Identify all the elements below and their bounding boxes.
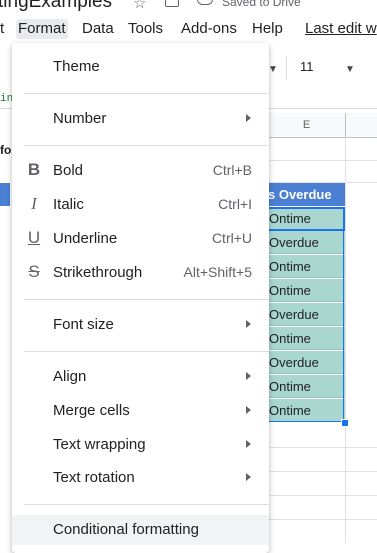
- menu-item-strikethrough[interactable]: S Strikethrough Alt+Shift+5: [12, 258, 269, 288]
- menu-item-number[interactable]: Number: [12, 104, 269, 134]
- grid-line: [268, 182, 377, 183]
- cell-stub-text: fo: [0, 143, 12, 157]
- italic-icon: I: [31, 194, 37, 213]
- menu-item-bold[interactable]: B Bold Ctrl+B: [12, 156, 269, 186]
- menu-help[interactable]: Help: [250, 19, 285, 39]
- grid-line: [268, 447, 377, 448]
- menu-item-font-size[interactable]: Font size: [12, 310, 269, 340]
- move-to-folder-icon[interactable]: [165, 0, 179, 7]
- shortcut-text: Ctrl+B: [212, 162, 252, 178]
- font-size-chevron-icon[interactable]: ▼: [345, 64, 355, 75]
- menu-item-label: Strikethrough: [53, 264, 143, 281]
- menu-item-label: Text rotation: [53, 469, 135, 486]
- shortcut-text: Alt+Shift+5: [183, 264, 253, 280]
- format-menu: Theme Number B Bold Ctrl+B I Italic Ctrl…: [12, 43, 269, 553]
- grid-line: [345, 137, 346, 543]
- submenu-arrow-icon: [246, 114, 251, 122]
- menu-divider: [24, 504, 269, 505]
- menu-divider: [24, 299, 269, 300]
- document-title[interactable]: tingExamples: [0, 0, 112, 13]
- menu-addons[interactable]: Add-ons: [179, 19, 239, 39]
- menu-item-label: Theme: [53, 58, 100, 75]
- grid-line: [268, 160, 377, 161]
- menu-item-label: Merge cells: [53, 402, 130, 419]
- menu-bar: t Format Data Tools Add-ons Help Last ed…: [0, 15, 377, 43]
- menu-item-text-rotation[interactable]: Text rotation: [12, 463, 269, 493]
- grid-line: [268, 471, 377, 472]
- menu-item-label: Number: [53, 110, 107, 127]
- menu-item-italic[interactable]: I Italic Ctrl+I: [12, 190, 269, 220]
- title-bar: tingExamples ☆ Saved to Drive: [0, 0, 377, 14]
- submenu-arrow-icon: [246, 372, 251, 380]
- save-status: Saved to Drive: [222, 0, 301, 9]
- submenu-arrow-icon: [246, 320, 251, 328]
- column-header-e[interactable]: E: [268, 113, 346, 138]
- submenu-arrow-icon: [246, 406, 251, 414]
- star-icon[interactable]: ☆: [133, 0, 146, 12]
- menu-divider: [24, 351, 269, 352]
- menu-item-label: Align: [53, 368, 87, 385]
- menu-divider: [24, 145, 269, 146]
- menu-item-label: Conditional formatting: [53, 521, 199, 538]
- menu-edit-partial[interactable]: t: [0, 19, 6, 39]
- underline-icon: U: [27, 228, 41, 247]
- active-cell-outline: [267, 207, 345, 231]
- font-size-value[interactable]: 11: [300, 59, 314, 74]
- grid-line: [268, 495, 377, 496]
- cloud-saved-icon: [197, 0, 213, 5]
- menu-item-label: Font size: [53, 316, 114, 333]
- header-row-stub: [0, 183, 10, 206]
- menu-item-align[interactable]: Align: [12, 362, 269, 392]
- menu-tools[interactable]: Tools: [126, 19, 165, 39]
- toolbar-divider: [286, 56, 287, 80]
- menu-item-underline[interactable]: U Underline Ctrl+U: [12, 224, 269, 254]
- last-edit-link[interactable]: Last edit w: [303, 19, 377, 39]
- menu-item-label: Bold: [53, 162, 84, 179]
- menu-item-theme[interactable]: Theme: [12, 52, 269, 82]
- strikethrough-icon: S: [28, 262, 40, 281]
- grid-line: [268, 519, 377, 520]
- submenu-arrow-icon: [246, 440, 251, 448]
- menu-item-merge-cells[interactable]: Merge cells: [12, 396, 269, 426]
- selection-range: [267, 207, 344, 422]
- submenu-arrow-icon: [246, 473, 251, 481]
- shortcut-text: Ctrl+I: [218, 196, 252, 212]
- fill-handle[interactable]: [341, 419, 349, 427]
- header-cell-days-overdue[interactable]: s Overdue: [268, 183, 345, 206]
- menu-item-label: Underline: [53, 230, 118, 247]
- menu-data[interactable]: Data: [80, 19, 116, 39]
- column-header-f[interactable]: [346, 113, 377, 138]
- menu-format[interactable]: Format: [16, 19, 68, 39]
- menu-divider: [24, 93, 269, 94]
- menu-item-label: Text wrapping: [53, 436, 146, 453]
- bold-icon: B: [27, 160, 41, 179]
- menu-item-text-wrapping[interactable]: Text wrapping: [12, 430, 269, 460]
- font-dropdown-chevron-icon[interactable]: ▼: [268, 64, 278, 75]
- menu-item-label: Italic: [53, 196, 84, 213]
- shortcut-text: Ctrl+U: [211, 230, 252, 246]
- menu-item-conditional-formatting[interactable]: Conditional formatting: [12, 515, 269, 545]
